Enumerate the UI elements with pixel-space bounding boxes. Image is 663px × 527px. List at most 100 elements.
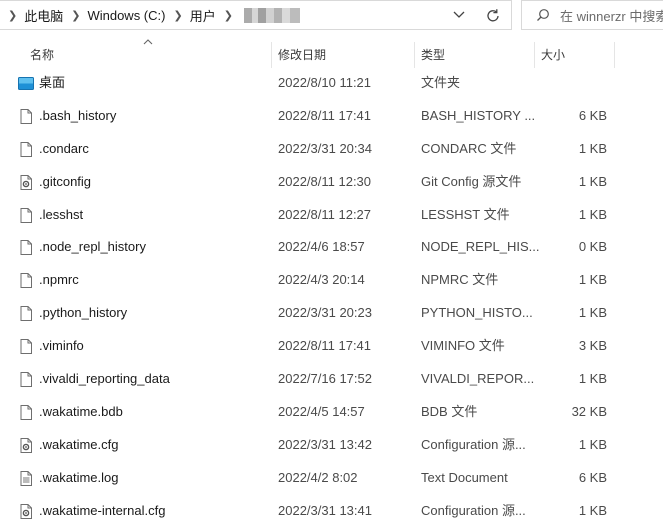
search-placeholder: 在 winnerzr 中搜索 [560, 8, 663, 24]
file-row[interactable]: .wakatime-internal.cfg 2022/3/31 13:41 Con… [0, 495, 663, 527]
file-row[interactable]: .condarc 2022/3/31 20:34 CONDARC 文件 1 KB [0, 133, 663, 166]
file-icon [18, 404, 34, 421]
column-header: 名称 修改日期 类型 大小 [0, 39, 663, 68]
column-date-modified[interactable]: 修改日期 [278, 42, 326, 68]
breadcrumb-chevron-icon[interactable]: ❯ [173, 9, 182, 22]
address-bar[interactable]: ❯ 此电脑 ❯ Windows (C:) ❯ 用户 ❯ [0, 0, 512, 30]
file-icon [18, 371, 34, 388]
column-divider[interactable] [414, 42, 415, 68]
file-name: .npmrc [39, 272, 79, 288]
file-size: 1 KB [578, 140, 607, 156]
file-name: .wakatime.bdb [39, 403, 123, 419]
file-row[interactable]: .vivaldi_reporting_data 2022/7/16 17:52 VI… [0, 363, 663, 396]
file-type: VIVALDI_REPOR... [421, 371, 535, 387]
file-date-modified: 2022/8/11 12:30 [278, 173, 372, 189]
config-file-icon [18, 503, 34, 520]
breadcrumb-this-pc[interactable]: 此电脑 [24, 6, 63, 25]
file-size: 3 KB [578, 338, 607, 354]
file-name: .viminfo [39, 338, 84, 354]
search-box[interactable]: 在 winnerzr 中搜索 [521, 0, 663, 30]
column-divider[interactable] [534, 42, 535, 68]
file-name: .python_history [39, 305, 128, 321]
sort-ascending-icon [143, 39, 153, 45]
column-divider[interactable] [271, 42, 272, 68]
file-size: 32 KB [571, 403, 607, 419]
file-row[interactable]: .lesshst 2022/8/11 12:27 LESSHST 文件 1 KB [0, 199, 663, 232]
chevron-down-icon[interactable] [452, 8, 466, 22]
file-type: NPMRC 文件 [421, 272, 499, 288]
file-name: .node_repl_history [39, 239, 146, 255]
file-name: .bash_history [39, 107, 117, 123]
file-list: 桌面 2022/8/10 11:21 文件夹 .bash_history 2022/8/… [0, 67, 663, 527]
file-date-modified: 2022/8/10 11:21 [278, 75, 372, 90]
file-icon [18, 272, 34, 289]
file-row[interactable]: .viminfo 2022/8/11 17:41 VIMINFO 文件 3 KB [0, 330, 663, 363]
column-size[interactable]: 大小 [541, 42, 565, 68]
file-date-modified: 2022/4/5 14:57 [278, 403, 365, 419]
file-name: .gitconfig [39, 173, 92, 189]
file-type: Configuration 源... [421, 502, 526, 518]
file-date-modified: 2022/8/11 17:41 [278, 107, 372, 123]
file-size: 6 KB [578, 469, 607, 485]
file-size: 1 KB [578, 436, 607, 452]
file-type: LESSHST 文件 [421, 206, 510, 222]
file-type: Git Config 源文件 [421, 173, 522, 189]
file-size: 1 KB [578, 206, 607, 222]
folder-desktop-icon [18, 75, 34, 92]
top-bar: ❯ 此电脑 ❯ Windows (C:) ❯ 用户 ❯ 在 winnerzr 中… [0, 0, 663, 32]
file-row[interactable]: .wakatime.cfg 2022/3/31 13:42 Configuratio… [0, 429, 663, 462]
file-name: .wakatime-internal.cfg [39, 502, 166, 518]
file-row[interactable]: .wakatime.log 2022/4/2 8:02 Text Document 6… [0, 462, 663, 495]
file-size: 6 KB [578, 107, 607, 123]
file-icon [18, 141, 34, 158]
file-size: 1 KB [578, 371, 607, 387]
file-icon [18, 305, 34, 322]
config-file-icon [18, 174, 34, 191]
text-file-icon [18, 470, 34, 487]
file-size: 1 KB [578, 173, 607, 189]
breadcrumb-drive-c[interactable]: Windows (C:) [87, 8, 165, 23]
file-date-modified: 2022/3/31 20:23 [278, 305, 372, 321]
file-type: Configuration 源... [421, 436, 526, 452]
file-name: 桌面 [39, 75, 66, 90]
file-row[interactable]: .bash_history 2022/8/11 17:41 BASH_HISTORY… [0, 100, 663, 133]
file-type: BDB 文件 [421, 403, 478, 419]
file-size: 1 KB [578, 305, 607, 321]
file-date-modified: 2022/3/31 13:41 [278, 502, 372, 518]
breadcrumb-users[interactable]: 用户 [190, 6, 216, 25]
file-date-modified: 2022/7/16 17:52 [278, 371, 372, 387]
file-row[interactable]: .wakatime.bdb 2022/4/5 14:57 BDB 文件 32 KB [0, 396, 663, 429]
file-type: PYTHON_HISTO... [421, 305, 533, 321]
file-row[interactable]: 桌面 2022/8/10 11:21 文件夹 [0, 67, 663, 100]
file-name: .wakatime.cfg [39, 436, 119, 452]
file-date-modified: 2022/3/31 20:34 [278, 140, 372, 156]
file-date-modified: 2022/4/6 18:57 [278, 239, 365, 255]
file-row[interactable]: .npmrc 2022/4/3 20:14 NPMRC 文件 1 KB [0, 264, 663, 297]
file-name: .vivaldi_reporting_data [39, 371, 170, 387]
refresh-icon[interactable] [484, 7, 502, 25]
file-size: 1 KB [578, 272, 607, 288]
file-date-modified: 2022/3/31 13:42 [278, 436, 372, 452]
breadcrumb-chevron-icon[interactable]: ❯ [71, 9, 80, 22]
file-row[interactable]: .node_repl_history 2022/4/6 18:57 NODE_REP… [0, 231, 663, 264]
file-row[interactable]: .gitconfig 2022/8/11 12:30 Git Config 源文件 1… [0, 166, 663, 199]
file-type: NODE_REPL_HIS... [421, 239, 540, 255]
file-type: BASH_HISTORY ... [421, 107, 536, 123]
file-size: 1 KB [578, 502, 607, 518]
file-type: 文件夹 [421, 75, 461, 90]
file-icon [18, 338, 34, 355]
breadcrumb-chevron-icon[interactable]: ❯ [8, 9, 17, 22]
column-divider[interactable] [614, 42, 615, 68]
column-name[interactable]: 名称 [30, 42, 54, 68]
file-row[interactable]: .python_history 2022/3/31 20:23 PYTHON_HIS… [0, 297, 663, 330]
breadcrumb-user-redacted[interactable] [243, 7, 300, 23]
file-date-modified: 2022/8/11 12:27 [278, 206, 372, 222]
file-icon [18, 108, 34, 125]
column-type[interactable]: 类型 [421, 42, 445, 68]
file-name: .condarc [39, 140, 89, 156]
file-date-modified: 2022/4/2 8:02 [278, 469, 358, 485]
file-date-modified: 2022/8/11 17:41 [278, 338, 372, 354]
breadcrumb-chevron-icon[interactable]: ❯ [224, 9, 233, 22]
config-file-icon [18, 437, 34, 454]
file-icon [18, 239, 34, 256]
